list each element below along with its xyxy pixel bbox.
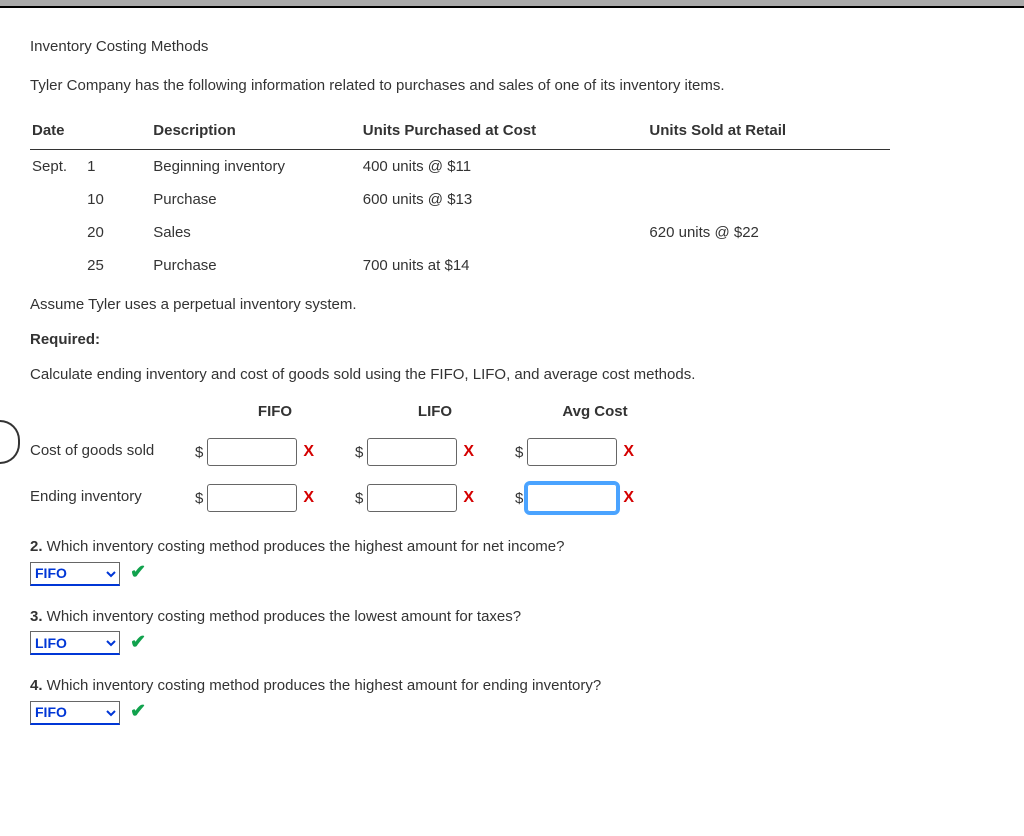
currency-symbol: $ [355,490,363,507]
instruction-text: Calculate ending inventory and cost of g… [30,366,994,383]
currency-symbol: $ [195,490,203,507]
cell-month [30,216,85,249]
wrong-icon: X [463,489,474,507]
wrong-icon: X [623,489,634,507]
cell-purchased: 700 units at $14 [361,249,648,282]
wrong-icon: X [623,443,634,461]
assume-text: Assume Tyler uses a perpetual inventory … [30,296,994,313]
cell-day: 25 [85,249,151,282]
wrong-icon: X [303,443,314,461]
currency-symbol: $ [515,490,523,507]
table-row: 25 Purchase 700 units at $14 [30,249,890,282]
wrong-icon: X [463,443,474,461]
table-row: 10 Purchase 600 units @ $13 [30,183,890,216]
inventory-table: Date Description Units Purchased at Cost… [30,116,890,282]
currency-symbol: $ [515,444,523,461]
check-icon: ✔ [130,562,146,583]
select-q2[interactable]: FIFOLIFOAvg Cost [30,562,120,586]
col-header-fifo: FIFO [195,403,355,420]
input-cogs-fifo[interactable] [207,438,297,466]
row-label-cogs: Cost of goods sold [30,438,195,459]
top-border [0,0,1024,8]
cell-month [30,183,85,216]
intro-text: Tyler Company has the following informat… [30,77,994,94]
cell-purchased: 400 units @ $11 [361,150,648,184]
cell-day: 20 [85,216,151,249]
check-icon: ✔ [130,632,146,653]
cell-sold [647,183,890,216]
q2-number: 2. [30,538,43,555]
row-label-ending: Ending inventory [30,484,195,505]
select-q4[interactable]: FIFOLIFOAvg Cost [30,701,120,725]
answer-grid: FIFO LIFO Avg Cost Cost of goods sold $ … [30,403,994,512]
cell-desc: Sales [151,216,360,249]
input-cogs-avg[interactable] [527,438,617,466]
table-row: 20 Sales 620 units @ $22 [30,216,890,249]
q4-text: Which inventory costing method produces … [43,677,602,694]
th-date: Date [30,116,151,150]
q3-number: 3. [30,608,43,625]
question-4: 4. Which inventory costing method produc… [30,677,994,725]
select-q3[interactable]: FIFOLIFOAvg Cost [30,631,120,655]
question-2: 2. Which inventory costing method produc… [30,538,994,586]
cell-sold: 620 units @ $22 [647,216,890,249]
question-3: 3. Which inventory costing method produc… [30,608,994,656]
cell-desc: Beginning inventory [151,150,360,184]
input-ending-fifo[interactable] [207,484,297,512]
q2-text: Which inventory costing method produces … [43,538,565,555]
q3-text: Which inventory costing method produces … [43,608,522,625]
q4-number: 4. [30,677,43,694]
cell-purchased [361,216,648,249]
check-icon: ✔ [130,701,146,722]
th-sold: Units Sold at Retail [647,116,890,150]
cell-purchased: 600 units @ $13 [361,183,648,216]
currency-symbol: $ [355,444,363,461]
content-area: Inventory Costing Methods Tyler Company … [0,8,1024,777]
cell-sold [647,150,890,184]
table-body: Sept. 1 Beginning inventory 400 units @ … [30,150,890,283]
cell-day: 1 [85,150,151,184]
th-purchased: Units Purchased at Cost [361,116,648,150]
cell-sold [647,249,890,282]
input-ending-lifo[interactable] [367,484,457,512]
page-title: Inventory Costing Methods [30,38,994,55]
required-label: Required: [30,331,994,348]
wrong-icon: X [303,489,314,507]
cell-month: Sept. [30,150,85,184]
cell-desc: Purchase [151,249,360,282]
input-cogs-lifo[interactable] [367,438,457,466]
table-row: Sept. 1 Beginning inventory 400 units @ … [30,150,890,184]
cell-desc: Purchase [151,183,360,216]
col-header-avg: Avg Cost [515,403,675,420]
input-ending-avg[interactable] [527,484,617,512]
cell-day: 10 [85,183,151,216]
col-header-lifo: LIFO [355,403,515,420]
th-description: Description [151,116,360,150]
currency-symbol: $ [195,444,203,461]
cell-month [30,249,85,282]
